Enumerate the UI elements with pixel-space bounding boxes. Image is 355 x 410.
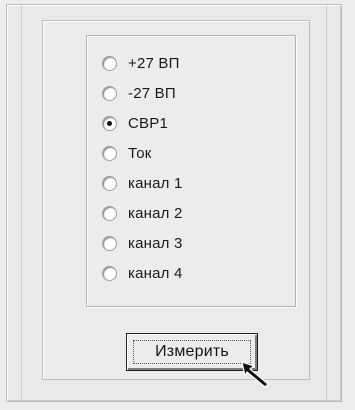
radio-selected-dot [107, 120, 112, 126]
radio-button-icon[interactable] [102, 115, 117, 131]
radio-button-icon[interactable] [102, 175, 117, 191]
radio-option-channel-2[interactable]: канал 2 [102, 198, 183, 228]
radio-option-channel-4[interactable]: канал 4 [102, 258, 183, 288]
radio-option-label: СВР1 [128, 114, 168, 132]
radio-option-label: канал 4 [128, 264, 183, 282]
radio-option-tok[interactable]: Ток [102, 138, 183, 168]
radio-button-icon[interactable] [102, 265, 117, 281]
measure-button-label: Измерить [155, 343, 229, 360]
radio-button-icon[interactable] [102, 205, 117, 221]
radio-option-label: +27 ВП [128, 54, 180, 72]
radio-option-label: -27 ВП [128, 84, 176, 102]
radio-option-channel-1[interactable]: канал 1 [102, 168, 183, 198]
radio-button-icon[interactable] [102, 235, 117, 251]
radio-option-label: канал 3 [128, 234, 183, 252]
radio-option-label: канал 1 [128, 174, 183, 192]
radio-option-channel-3[interactable]: канал 3 [102, 228, 183, 258]
radio-option-minus27-vp[interactable]: -27 ВП [102, 78, 183, 108]
radio-option-label: канал 2 [128, 204, 183, 222]
radio-option-list: +27 ВП -27 ВП СВР1 Ток канал 1 канал 2 к… [102, 48, 183, 288]
radio-button-icon[interactable] [102, 55, 117, 71]
radio-option-plus27-vp[interactable]: +27 ВП [102, 48, 183, 78]
radio-button-icon[interactable] [102, 85, 117, 101]
radio-option-svr1[interactable]: СВР1 [102, 108, 183, 138]
radio-option-label: Ток [128, 144, 152, 162]
radio-button-icon[interactable] [102, 145, 117, 161]
measure-button[interactable]: Измерить [126, 333, 258, 371]
